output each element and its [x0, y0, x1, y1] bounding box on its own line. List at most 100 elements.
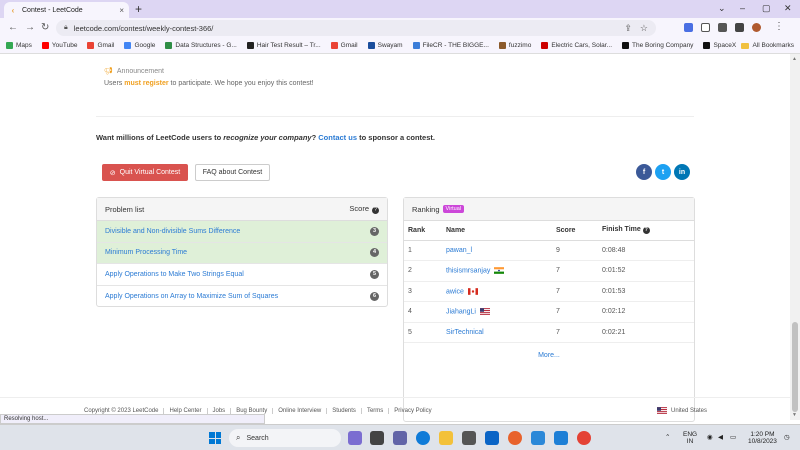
chevron-up-icon[interactable]: ⌃ — [665, 434, 670, 441]
bookmark-item[interactable]: Swayam — [367, 42, 403, 49]
user-link[interactable]: pawan_l — [446, 247, 472, 254]
bookmark-item[interactable]: Maps — [6, 42, 32, 49]
bookmark-star-icon[interactable]: ☆ — [640, 23, 648, 34]
problem-link[interactable]: Divisible and Non-divisible Sums Differe… — [105, 228, 240, 235]
profile-avatar[interactable] — [752, 23, 761, 32]
clock[interactable]: 1:20 PM 10/8/2023 — [748, 431, 777, 445]
settings-icon[interactable] — [462, 431, 476, 445]
problem-row[interactable]: Apply Operations to Make Two Strings Equ… — [97, 264, 387, 286]
problem-row[interactable]: Minimum Processing Time 4 — [97, 242, 387, 264]
faq-button[interactable]: FAQ about Contest — [195, 164, 270, 181]
bookmark-item[interactable]: fuzzimo — [498, 42, 531, 49]
notification-icon[interactable]: ◷ — [784, 434, 790, 441]
problem-row[interactable]: Apply Operations on Array to Maximize Su… — [97, 286, 387, 308]
footer-link-terms[interactable]: Terms — [362, 408, 390, 414]
chrome-icon[interactable] — [577, 431, 591, 445]
must-register-link[interactable]: must register — [124, 80, 168, 87]
minimize-icon[interactable]: – — [740, 3, 745, 13]
widgets-icon[interactable] — [348, 431, 362, 445]
tab-close-icon[interactable]: × — [119, 6, 124, 15]
locale-selector[interactable]: United States — [657, 407, 707, 414]
problem-score-badge: 4 — [370, 248, 379, 258]
share-icon[interactable]: ⇪ — [624, 23, 632, 34]
file-explorer-icon[interactable] — [439, 431, 453, 445]
browser-tab-bar: ‹ Contest - LeetCode × + ⌄ – ▢ ✕ — [0, 0, 800, 18]
user-link[interactable]: JiahangLi — [446, 308, 476, 315]
taskbar-search[interactable]: ⌕ Search — [229, 429, 341, 447]
scroll-up-icon[interactable]: ▲ — [792, 56, 797, 62]
problem-link[interactable]: Apply Operations to Make Two Strings Equ… — [105, 271, 244, 278]
mail-icon[interactable] — [485, 431, 499, 445]
footer-link-privacy-policy[interactable]: Privacy Policy — [389, 408, 436, 414]
bookmark-icon — [541, 42, 549, 49]
contact-us-link[interactable]: Contact us — [318, 133, 357, 142]
bookmark-item[interactable]: Data Structures - G... — [165, 42, 237, 49]
linkedin-share-icon[interactable]: in — [674, 164, 690, 180]
page-scrollbar[interactable]: ▲ ▼ — [790, 54, 800, 420]
edge-icon[interactable] — [416, 431, 430, 445]
todo-icon[interactable] — [531, 431, 545, 445]
bookmark-item[interactable]: Gmail — [87, 42, 114, 49]
scrollbar-thumb[interactable] — [792, 322, 798, 412]
menu-kebab-icon[interactable]: ⋮ — [774, 21, 784, 32]
reload-icon[interactable]: ↻ — [41, 22, 49, 33]
bookmark-icon — [330, 42, 338, 49]
extension-icon[interactable] — [701, 23, 710, 32]
bookmark-item[interactable]: The Boring Company — [622, 42, 693, 49]
help-icon[interactable]: ? — [372, 207, 379, 214]
browser-tab[interactable]: ‹ Contest - LeetCode × — [4, 2, 129, 18]
footer-link-online-interview[interactable]: Online Interview — [273, 408, 328, 414]
user-link[interactable]: SirTechnical — [446, 329, 484, 336]
back-icon[interactable]: ← — [8, 22, 18, 33]
side-panel-icon[interactable] — [735, 23, 744, 32]
browser-toolbar: ← → ↻ 🔒︎ leetcode.com/contest/weekly-con… — [0, 18, 800, 38]
quit-virtual-contest-button[interactable]: ⊘ Quit Virtual Contest — [102, 164, 188, 181]
user-link[interactable]: awice — [446, 288, 464, 295]
windows-taskbar: ⌕ Search ⌃ ENG IN ◉ ◀ ▭ 1:20 PM 10/8/202… — [0, 424, 800, 450]
status-bar: Resolving host... — [0, 414, 265, 424]
problem-link[interactable]: Minimum Processing Time — [105, 249, 187, 256]
twitter-share-icon[interactable]: t — [655, 164, 671, 180]
bookmark-item[interactable]: Google — [124, 42, 155, 49]
chevron-down-icon[interactable]: ⌄ — [718, 3, 726, 14]
maximize-icon[interactable]: ▢ — [762, 3, 771, 14]
wifi-icon[interactable]: ◉ — [707, 434, 713, 441]
user-link[interactable]: thisismrsanjay — [446, 267, 490, 274]
forward-icon[interactable]: → — [25, 22, 35, 33]
firefox-icon[interactable] — [508, 431, 522, 445]
volume-icon[interactable]: ◀ — [718, 434, 723, 441]
problem-link[interactable]: Apply Operations on Array to Maximize Su… — [105, 293, 278, 300]
puzzle-icon[interactable] — [718, 23, 727, 32]
divider — [96, 116, 694, 117]
leetcode-favicon-icon: ‹ — [11, 5, 15, 15]
bookmark-item[interactable]: Gmail — [330, 42, 358, 49]
bookmark-icon — [246, 42, 254, 49]
language-indicator[interactable]: ENG IN — [683, 431, 697, 445]
help-icon[interactable]: ? — [642, 227, 650, 235]
facebook-share-icon[interactable]: f — [636, 164, 652, 180]
close-window-icon[interactable]: ✕ — [784, 3, 792, 14]
url-text[interactable]: leetcode.com/contest/weekly-contest-366/ — [74, 24, 617, 33]
battery-icon[interactable]: ▭ — [730, 434, 736, 441]
bookmark-item[interactable]: FileCR - THE BIGGE... — [412, 42, 489, 49]
sponsor-text: Want millions of LeetCode users to recog… — [96, 133, 435, 142]
windows-start-icon[interactable] — [209, 432, 221, 444]
column-header-name: Name — [446, 221, 556, 241]
problem-score-badge: 5 — [370, 269, 379, 279]
bookmark-item[interactable]: Hair Test Result – Tr... — [246, 42, 321, 49]
extension-icon[interactable] — [684, 23, 693, 32]
task-view-icon[interactable] — [370, 431, 384, 445]
problem-row[interactable]: Divisible and Non-divisible Sums Differe… — [97, 221, 387, 243]
bookmark-item[interactable]: Electric Cars, Solar... — [541, 42, 612, 49]
footer-link-students[interactable]: Students — [327, 408, 362, 414]
more-rankings-link[interactable]: More... — [404, 343, 694, 359]
all-bookmarks-button[interactable]: All Bookmarks — [741, 42, 794, 49]
teams-icon[interactable] — [393, 431, 407, 445]
bookmark-item[interactable]: YouTube — [41, 42, 77, 49]
scroll-down-icon[interactable]: ▼ — [792, 412, 797, 418]
bookmark-item[interactable]: SpaceX — [703, 42, 736, 49]
vscode-icon[interactable] — [554, 431, 568, 445]
india-flag-icon — [494, 267, 505, 274]
address-bar[interactable]: 🔒︎ leetcode.com/contest/weekly-contest-3… — [56, 20, 656, 36]
new-tab-icon[interactable]: + — [135, 2, 142, 16]
